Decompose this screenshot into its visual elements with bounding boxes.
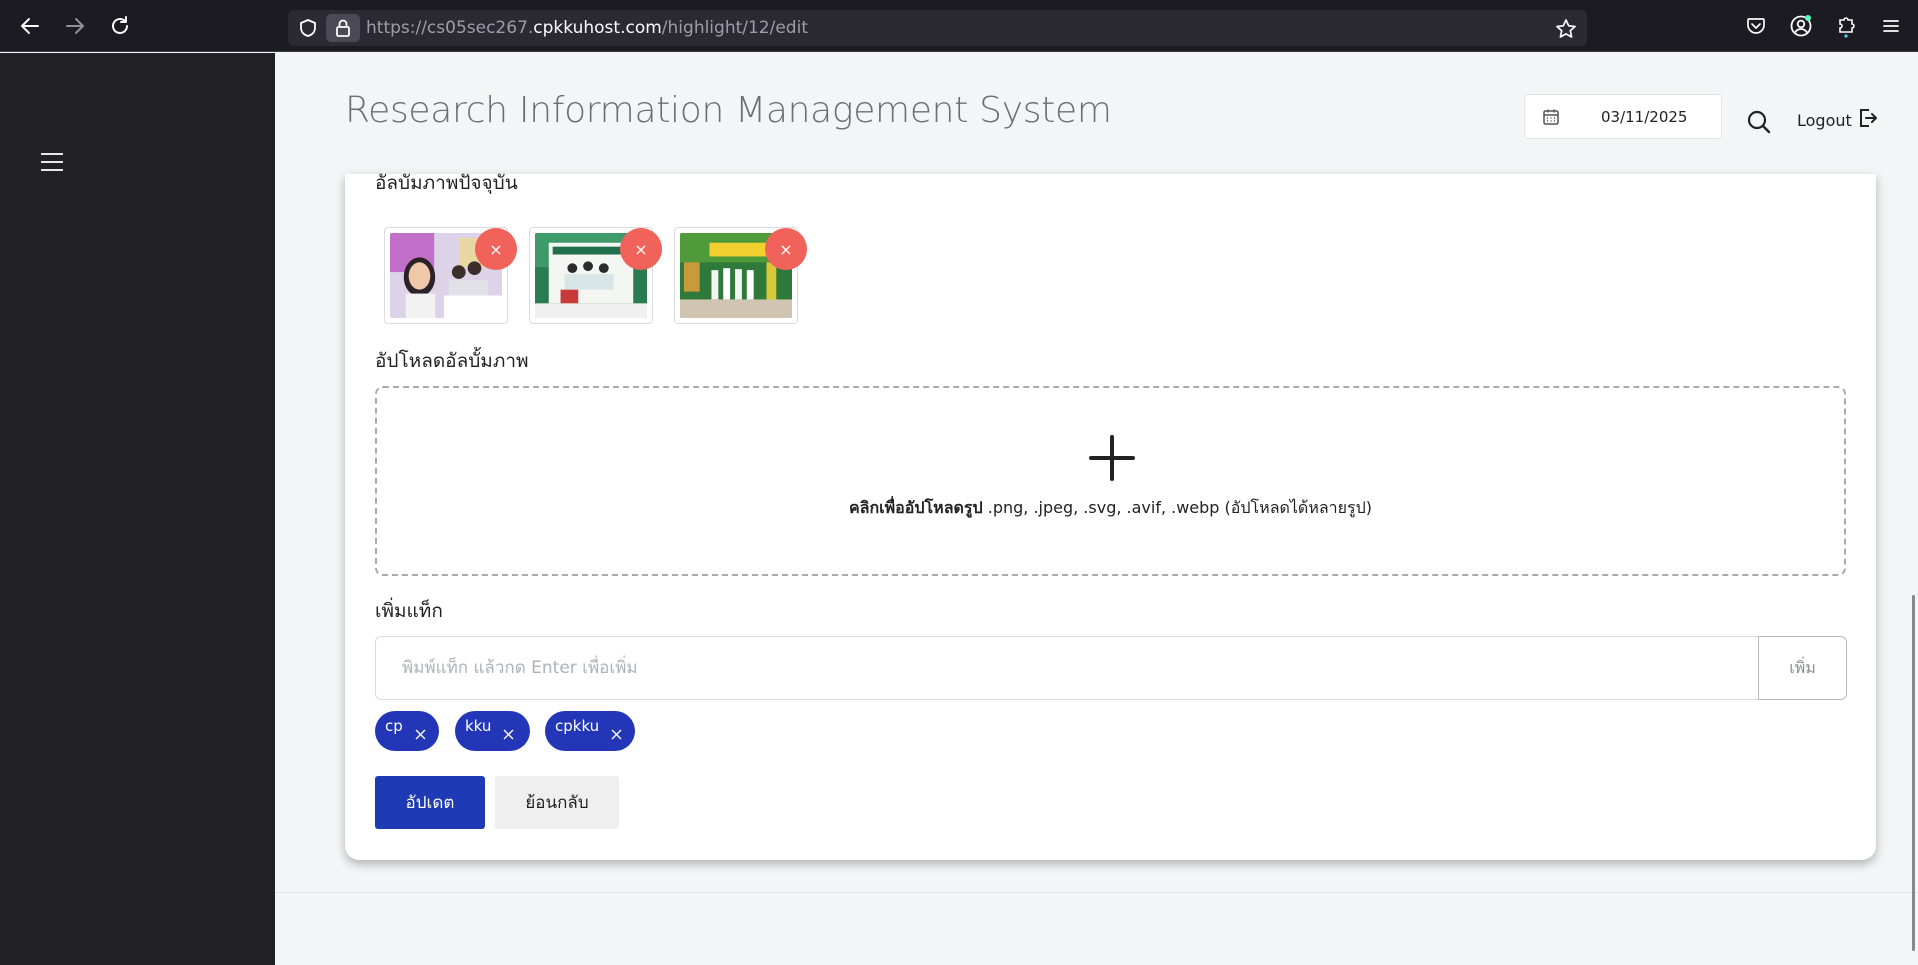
date-picker[interactable]: 03/11/2025 xyxy=(1524,94,1722,139)
close-icon[interactable]: × xyxy=(620,228,662,270)
hamburger-icon[interactable] xyxy=(41,153,65,175)
url-bar[interactable]: https://cs05sec267.cpkkuhost.com/highlig… xyxy=(288,10,1587,46)
url-prefix: https://cs05sec267. xyxy=(366,18,534,38)
close-icon[interactable] xyxy=(611,726,622,744)
upload-hint-bold: คลิกเพื่ออัปโหลดรูป xyxy=(848,498,983,517)
menu-icon[interactable] xyxy=(1879,14,1903,38)
upload-hint-formats: .png, .jpeg, .svg, .avif, .webp (อัปโหลด… xyxy=(982,498,1373,517)
url-domain: cpkkuhost.com xyxy=(533,18,662,38)
browser-toolbar: https://cs05sec267.cpkkuhost.com/highlig… xyxy=(0,0,1918,52)
calendar-icon xyxy=(1542,108,1560,130)
logout-link[interactable]: Logout xyxy=(1797,107,1878,133)
tag-chip-label: cpkku xyxy=(555,717,600,735)
reload-icon[interactable] xyxy=(107,13,133,39)
extensions-icon[interactable] xyxy=(1834,14,1858,38)
logout-icon xyxy=(1858,107,1878,133)
url-path: /highlight/12/edit xyxy=(661,18,808,38)
close-icon[interactable]: × xyxy=(475,228,517,270)
page-scrollbar[interactable] xyxy=(1912,595,1915,951)
shield-icon[interactable] xyxy=(298,18,318,42)
date-value: 03/11/2025 xyxy=(1601,108,1688,126)
tag-chip: cpkku xyxy=(545,711,635,751)
tag-chip-label: kku xyxy=(465,717,492,735)
upload-album-label: อัปโหลดอัลบั้มภาพ xyxy=(375,350,529,372)
sidebar xyxy=(0,53,275,965)
upload-dropzone[interactable]: คลิกเพื่ออัปโหลดรูป .png, .jpeg, .svg, .… xyxy=(375,386,1846,576)
tag-chip: cp xyxy=(375,711,439,751)
album-photo: × xyxy=(384,227,517,324)
footer-divider xyxy=(275,892,1918,893)
star-icon[interactable] xyxy=(1555,18,1577,44)
add-tag-label: เพิ่มแท็ก xyxy=(375,600,443,622)
edit-highlight-card: อัลบัมภาพปัจจุบัน × × × อัปโหลดอัลบั้มภา… xyxy=(345,172,1876,860)
tag-input[interactable] xyxy=(375,636,1759,700)
url-text[interactable]: https://cs05sec267.cpkkuhost.com/highlig… xyxy=(366,18,808,38)
forward-arrow-icon[interactable] xyxy=(62,13,88,39)
album-photo: × xyxy=(529,227,662,324)
album-photo: × xyxy=(674,227,807,324)
search-icon[interactable] xyxy=(1746,109,1772,139)
back-button[interactable]: ย้อนกลับ xyxy=(495,776,619,829)
tag-chip-label: cp xyxy=(385,717,403,735)
logout-label: Logout xyxy=(1797,110,1852,130)
upload-hint: คลิกเพื่ออัปโหลดรูป .png, .jpeg, .svg, .… xyxy=(377,496,1844,521)
close-icon[interactable] xyxy=(503,726,514,744)
lock-icon[interactable] xyxy=(326,14,360,42)
add-tag-button[interactable]: เพิ่ม xyxy=(1758,636,1847,700)
update-button[interactable]: อัปเดต xyxy=(375,776,485,829)
pocket-icon[interactable] xyxy=(1744,14,1768,38)
tag-chip: kku xyxy=(455,711,530,751)
current-album-label: อัลบัมภาพปัจจุบัน xyxy=(375,172,518,194)
back-arrow-icon[interactable] xyxy=(17,13,43,39)
plus-icon xyxy=(1089,435,1135,485)
close-icon[interactable]: × xyxy=(765,228,807,270)
account-icon[interactable] xyxy=(1789,14,1813,38)
page-title: Research Information Management System xyxy=(345,90,1112,131)
close-icon[interactable] xyxy=(415,726,426,744)
